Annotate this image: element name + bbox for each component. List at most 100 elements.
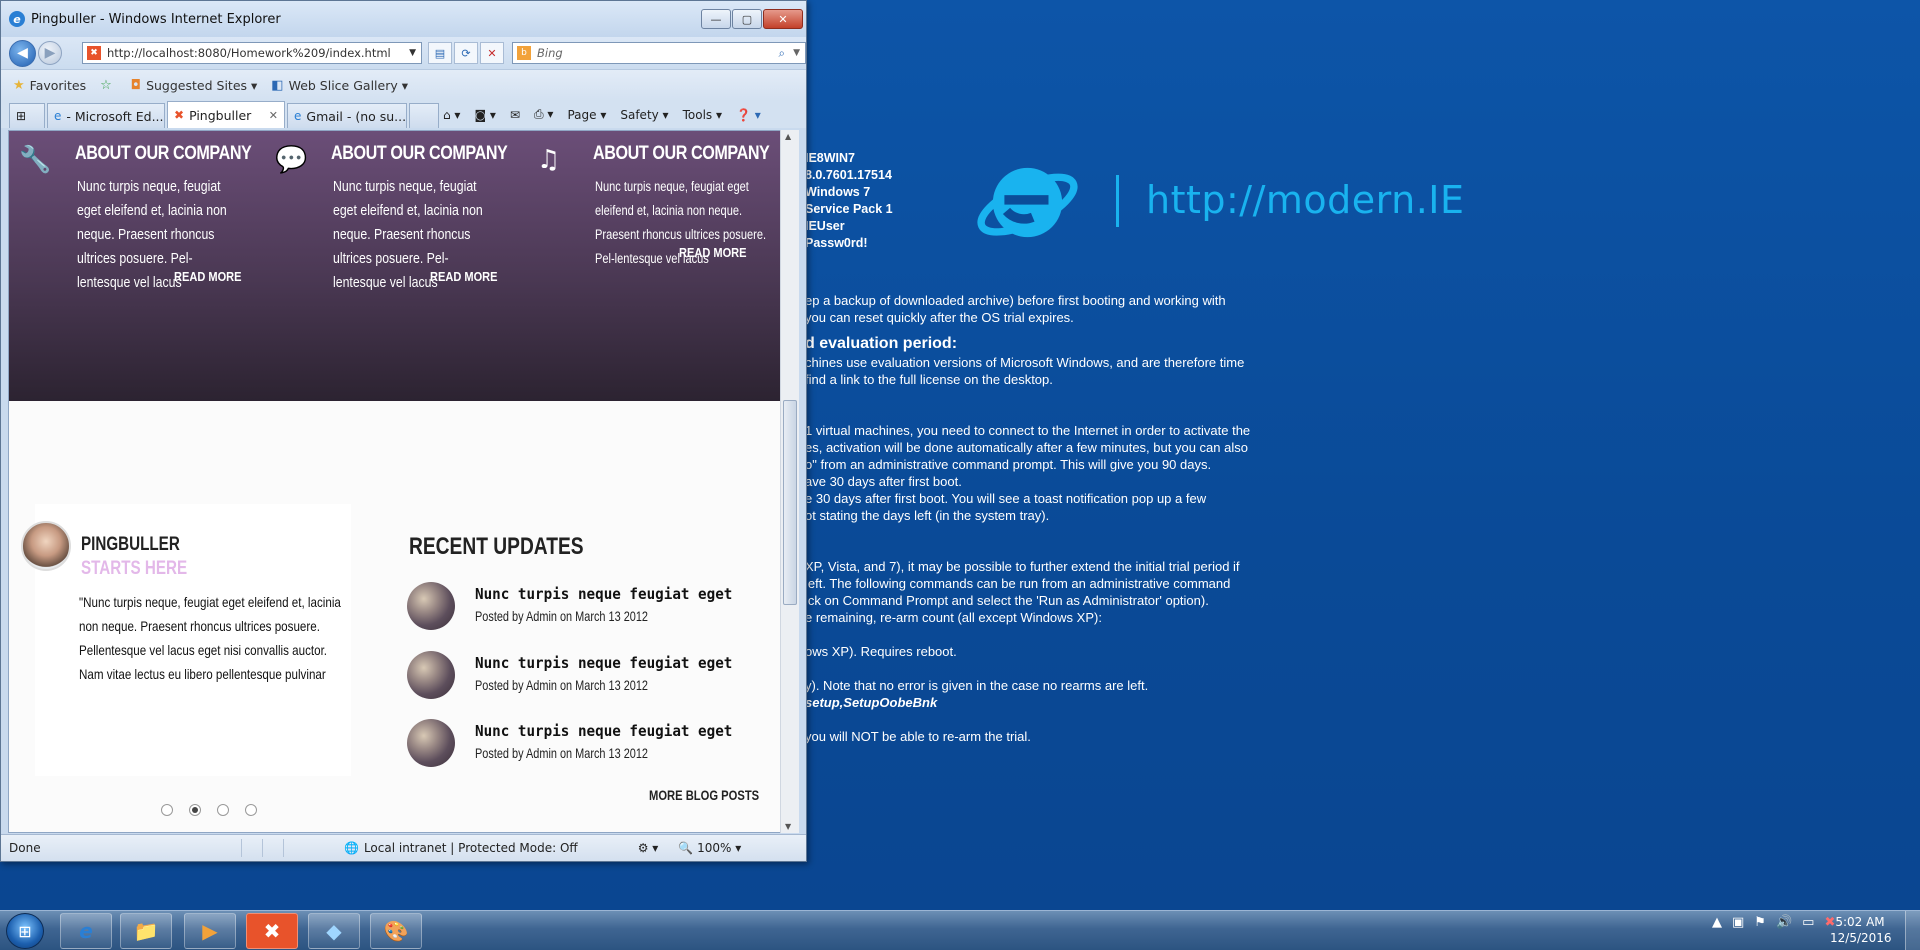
post-title[interactable]: Nunc turpis neque feugiat eget [475,585,732,603]
protected-mode-icon[interactable]: ⚙ ▾ [638,841,659,855]
security-zone[interactable]: 🌐 Local intranet | Protected Mode: Off [344,841,578,855]
desktop-text-gap [805,524,1265,541]
new-tab-button[interactable] [409,103,439,128]
maximize-button[interactable]: ▢ [732,9,762,29]
safety-menu[interactable]: Safety ▾ [620,108,668,122]
scroll-down-icon[interactable]: ▼ [785,822,791,831]
address-dropdown-icon[interactable]: ▼ [409,48,416,58]
tab-microsoft-edge[interactable]: e - Microsoft Ed... [47,103,165,128]
desktop-info-line: 8.0.7601.17514 [805,168,892,182]
navigation-bar: ◀ ▶ ✖ http://localhost:8080/Homework%209… [1,37,806,69]
refresh-icon[interactable]: ⟳ [454,42,478,64]
post-title[interactable]: Nunc turpis neque feugiat eget [475,722,732,740]
web-slice-gallery-link[interactable]: ◧ Web Slice Gallery ▾ [271,78,408,93]
post-thumbnail [407,719,455,767]
slider-dot[interactable] [161,804,173,816]
desktop-info-line: Passw0rd! [805,236,868,250]
show-desktop-button[interactable] [1905,911,1920,950]
search-icon[interactable]: ⌕ [779,46,785,61]
vertical-scrollbar[interactable]: ▲ ▼ [780,130,799,833]
minimize-button[interactable]: — [701,9,731,29]
taskbar-explorer-icon[interactable]: 📁 [120,913,172,949]
desktop-text-gap [805,626,1265,643]
taskbar-app-icon[interactable]: ◆ [308,913,360,949]
start-button[interactable]: ⊞ [6,913,44,949]
favorites-bar: ★ Favorites ☆ ◘ Suggested Sites ▾ ◧ Web … [1,69,806,101]
blog-post-item[interactable]: Nunc turpis neque feugiat eget Posted by… [407,582,732,632]
tab-pingbuller[interactable]: ✖ Pingbuller ✕ [167,101,285,128]
close-button[interactable]: ✕ [763,9,803,29]
read-mail-icon[interactable]: ✉ [510,108,520,122]
brand-separator [1116,175,1119,227]
close-tab-icon[interactable]: ✕ [269,109,278,122]
tab-label: Pingbuller [189,107,252,123]
desktop-info-line: IE8WIN7 [805,151,856,165]
address-text: http://localhost:8080/Homework%209/index… [107,46,391,60]
stop-icon[interactable]: ✕ [480,42,504,64]
speech-bubble-icon: 💬 [275,145,308,175]
search-dropdown-icon[interactable]: ▼ [793,48,800,58]
slider-dot[interactable] [245,804,257,816]
clock[interactable]: 5:02 AM 12/5/2016 [1830,914,1892,946]
zoom-level[interactable]: 🔍 100% ▾ [678,841,741,855]
search-box[interactable]: b Bing ⌕ ▼ [512,42,806,64]
tray-expand-icon[interactable]: ▲ [1712,915,1722,930]
help-icon[interactable]: ❓ ▾ [736,108,761,122]
ie-logo-icon [977,167,1078,238]
feeds-icon[interactable]: ◙ ▾ [474,108,495,122]
brand-url: http://modern.IE [1146,178,1465,222]
forward-button[interactable]: ▶ [38,41,62,65]
quick-tabs-button[interactable]: ⊞ [9,103,45,128]
slider-dot[interactable] [189,804,201,816]
volume-icon[interactable]: 🔊 [1776,915,1792,930]
compatibility-view-icon[interactable]: ▤ [428,42,452,64]
post-thumbnail [407,651,455,699]
scroll-thumb[interactable] [783,400,797,605]
slider-dot[interactable] [217,804,229,816]
tools-menu[interactable]: Tools ▾ [683,108,722,122]
suggested-sites-icon: ◘ [130,78,142,93]
page-menu[interactable]: Page ▾ [567,108,606,122]
profile-name: PINGBULLER [81,534,180,555]
home-icon[interactable]: ⌂ ▾ [443,108,460,122]
globe-icon: 🌐 [344,841,359,855]
read-more-link[interactable]: READ MORE [430,269,498,284]
taskbar-media-player-icon[interactable]: ▶ [184,913,236,949]
address-bar[interactable]: ✖ http://localhost:8080/Homework%209/ind… [82,42,422,64]
desktop-info-line: Windows 7 [805,185,871,199]
desktop-info-line: Service Pack 1 [805,202,893,216]
system-tray: ▲ ▣ ⚑ 🔊 ▭ ✖ [1712,915,1845,930]
back-button[interactable]: ◀ [9,39,36,67]
add-favorites-button[interactable]: ☆ [100,78,117,93]
more-blog-posts-link[interactable]: MORE BLOG POSTS [649,787,759,803]
title-bar[interactable]: e Pingbuller - Windows Internet Explorer… [1,1,806,37]
post-title[interactable]: Nunc turpis neque feugiat eget [475,654,732,672]
tray-flag-icon[interactable]: ⚑ [1754,915,1766,930]
taskbar-paint-icon[interactable]: 🎨 [370,913,422,949]
window-title: Pingbuller - Windows Internet Explorer [31,11,281,27]
favorites-button[interactable]: ★ Favorites [13,78,86,93]
desktop-text-gap [805,660,1265,677]
post-meta: Posted by Admin on March 13 2012 [475,677,649,693]
blog-post-item[interactable]: Nunc turpis neque feugiat eget Posted by… [407,719,732,769]
scroll-up-icon[interactable]: ▲ [785,132,791,141]
desktop-instructions-text: ep a backup of downloaded archive) befor… [805,292,1265,745]
desktop-text-line: you will NOT be able to re-arm the trial… [805,729,1031,744]
desktop-text-line: e remaining, re-arm count (all except Wi… [805,610,1102,625]
blog-post-item[interactable]: Nunc turpis neque feugiat eget Posted by… [407,651,732,701]
network-icon[interactable]: ▭ [1802,915,1814,930]
music-note-icon: ♫ [537,145,561,175]
taskbar-xampp-icon[interactable]: ✖ [246,913,298,949]
tab-gmail[interactable]: e Gmail - (no su... [287,103,407,128]
suggested-sites-link[interactable]: ◘ Suggested Sites ▾ [131,78,258,93]
desktop-text-line: ave 30 days after first boot. [805,474,962,489]
print-icon[interactable]: ⎙ ▾ [534,107,553,122]
post-meta: Posted by Admin on March 13 2012 [475,608,649,624]
xampp-tab-icon: ✖ [174,108,185,122]
read-more-link[interactable]: READ MORE [174,269,242,284]
read-more-link[interactable]: READ MORE [679,245,747,260]
profile-card: PINGBULLER STARTS HERE "Nunc turpis nequ… [21,504,351,776]
feature-title: ABOUT OUR COMPANY [593,143,770,164]
taskbar-ie-icon[interactable]: e [60,913,112,949]
tray-device-icon[interactable]: ▣ [1732,915,1744,930]
